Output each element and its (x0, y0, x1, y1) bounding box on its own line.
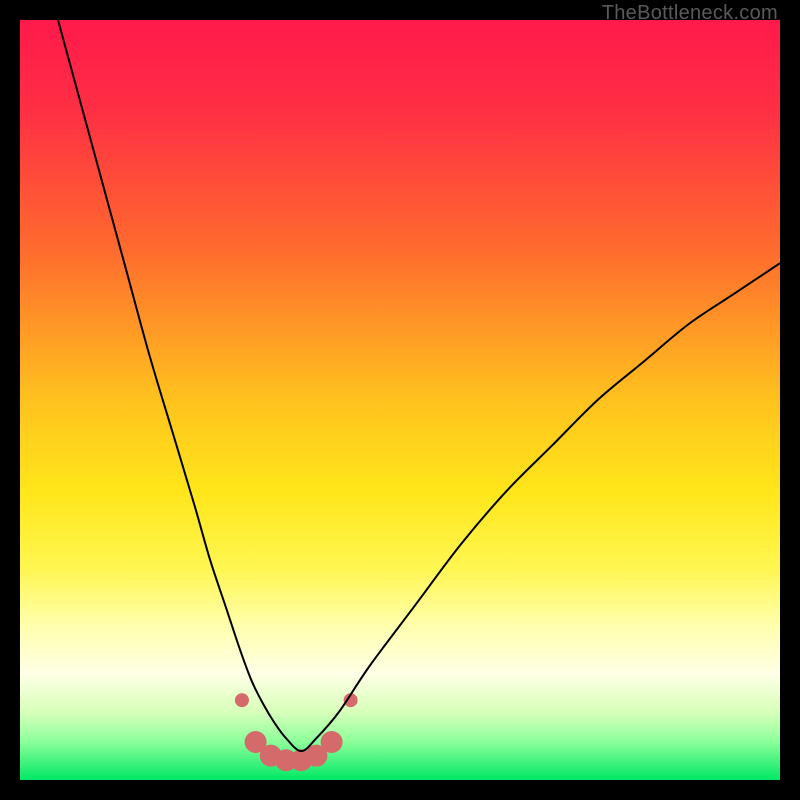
curve-layer (20, 20, 780, 780)
bottleneck-curve (58, 20, 780, 751)
chart-frame: TheBottleneck.com (0, 0, 800, 800)
plot-area (20, 20, 780, 780)
watermark-text: TheBottleneck.com (602, 2, 778, 25)
trough-markers-group (235, 693, 358, 771)
trough-marker (235, 693, 249, 707)
trough-marker (321, 731, 343, 753)
